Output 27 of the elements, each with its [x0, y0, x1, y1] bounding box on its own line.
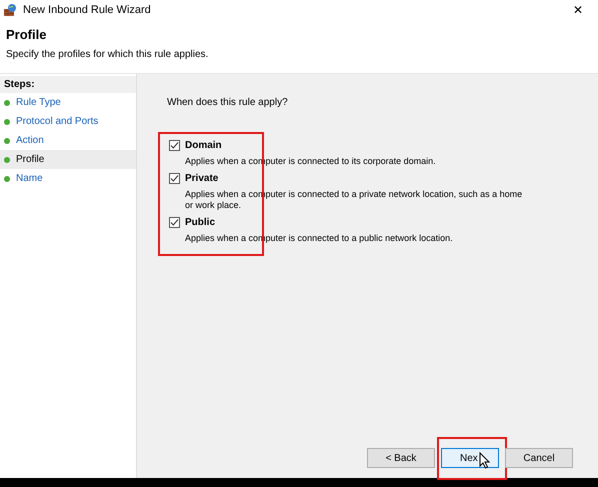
page-subtitle: Specify the profiles for which this rule applies.: [6, 49, 210, 60]
status-dot-icon: [4, 156, 10, 162]
status-dot-icon: [4, 118, 10, 124]
next-button[interactable]: Nex: [441, 448, 499, 468]
page-title: Profile: [6, 27, 48, 42]
checkbox[interactable]: [169, 140, 180, 151]
checkbox-label[interactable]: Public: [185, 217, 216, 228]
checkbox[interactable]: [169, 217, 180, 228]
pointer-cursor-icon: [479, 452, 491, 469]
step-item[interactable]: Action: [0, 131, 136, 150]
cancel-button[interactable]: Cancel: [505, 448, 573, 468]
status-dot-icon: [4, 138, 10, 144]
step-item[interactable]: Rule Type: [0, 93, 136, 112]
checkbox-label[interactable]: Private: [185, 173, 218, 184]
step-item[interactable]: Protocol and Ports: [0, 112, 136, 131]
step-item[interactable]: Name: [0, 169, 136, 188]
status-dot-icon: [4, 176, 10, 182]
close-button[interactable]: ✕: [558, 2, 598, 16]
back-button[interactable]: < Back: [367, 448, 435, 468]
firewall-icon: [3, 2, 17, 16]
checkbox[interactable]: [169, 173, 180, 184]
question-text: When does this rule apply?: [167, 97, 289, 108]
window-title: New Inbound Rule Wizard: [23, 4, 152, 16]
status-dot-icon: [4, 100, 10, 106]
steps-heading: Steps:: [0, 76, 136, 93]
step-item[interactable]: Profile: [0, 150, 136, 169]
checkbox-label[interactable]: Domain: [185, 140, 222, 151]
